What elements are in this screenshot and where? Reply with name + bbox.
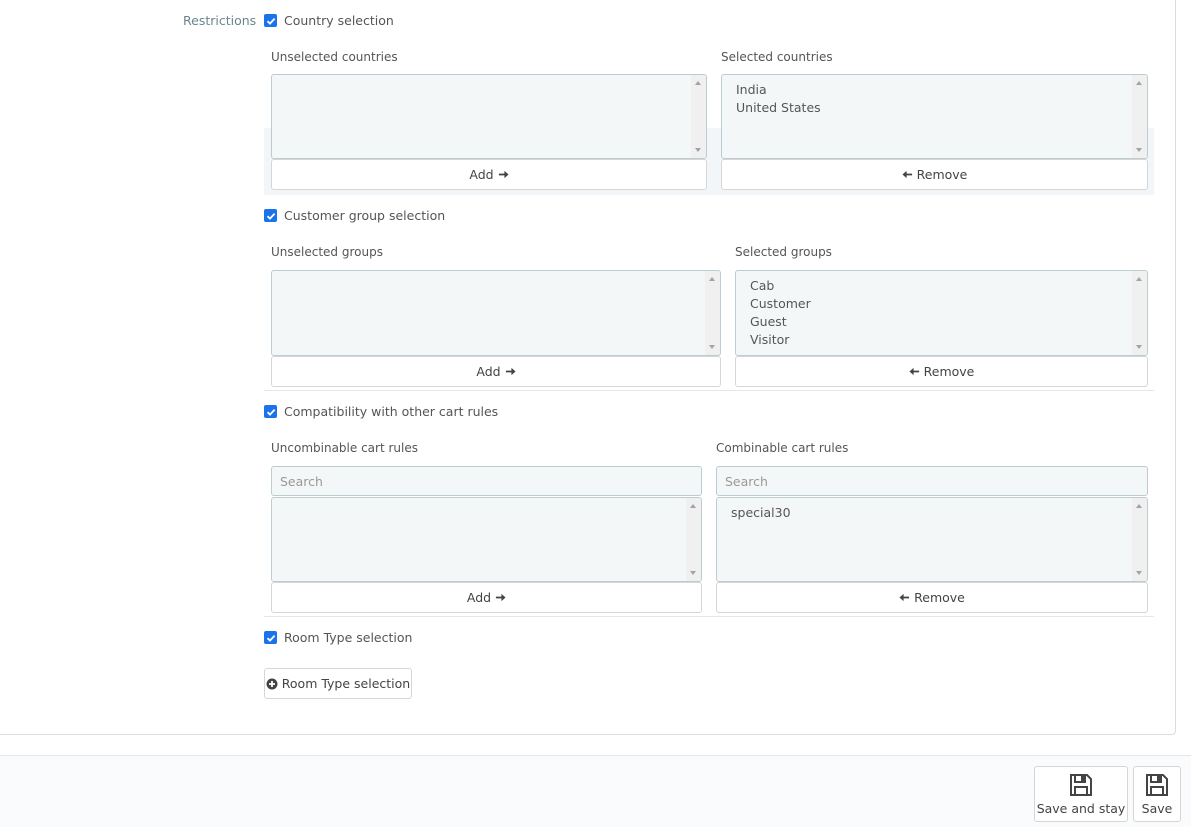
room-type-toggle[interactable]: Room Type selection <box>264 630 412 645</box>
scrollbar[interactable] <box>686 498 701 581</box>
scroll-down-icon[interactable] <box>1136 345 1142 349</box>
arrow-left-icon <box>899 593 910 602</box>
unselected-groups-list[interactable] <box>271 270 721 356</box>
unselected-groups-label: Unselected groups <box>271 245 383 259</box>
floppy-disk-icon <box>1146 774 1168 796</box>
room-type-selection-button[interactable]: Room Type selection <box>264 668 412 699</box>
unselected-groups-items <box>272 271 720 283</box>
uncombinable-list[interactable] <box>271 497 702 582</box>
combinable-label: Combinable cart rules <box>716 441 849 455</box>
section-divider <box>264 390 1154 391</box>
add-group-button[interactable]: Add <box>271 356 721 387</box>
restrictions-label: Restrictions <box>183 13 257 28</box>
plus-circle-icon <box>266 678 278 689</box>
scrollbar[interactable] <box>1132 271 1147 355</box>
scrollbar[interactable] <box>691 75 706 158</box>
scroll-down-icon[interactable] <box>690 571 696 575</box>
unselected-countries-items <box>272 75 706 87</box>
selected-groups-list[interactable]: Cab Customer Guest Visitor <box>735 270 1148 356</box>
combinable-list[interactable]: special30 <box>716 497 1148 582</box>
save-label: Save <box>1141 801 1173 816</box>
country-selection-toggle[interactable]: Country selection <box>264 13 394 28</box>
arrow-left-icon <box>909 367 919 376</box>
unselected-countries-list[interactable] <box>271 74 707 159</box>
country-selection-label: Country selection <box>284 13 394 28</box>
scroll-down-icon[interactable] <box>1136 571 1142 575</box>
remove-country-label: Remove <box>916 167 968 182</box>
room-type-label: Room Type selection <box>284 630 413 645</box>
selected-countries-items: India United States <box>722 75 1147 123</box>
scroll-up-icon[interactable] <box>1136 277 1142 281</box>
add-group-label: Add <box>476 364 501 379</box>
list-item[interactable]: India <box>736 81 1133 99</box>
scroll-up-icon[interactable] <box>695 81 701 85</box>
section-divider <box>264 616 1154 617</box>
scrollbar[interactable] <box>705 271 720 355</box>
room-type-button-label: Room Type selection <box>281 676 411 691</box>
remove-cart-rule-button[interactable]: Remove <box>716 582 1148 613</box>
scroll-down-icon[interactable] <box>709 345 715 349</box>
scroll-up-icon[interactable] <box>690 504 696 508</box>
check-icon <box>266 212 275 220</box>
uncombinable-items <box>272 498 701 510</box>
save-button[interactable]: Save <box>1133 766 1181 822</box>
uncombinable-label: Uncombinable cart rules <box>271 441 418 455</box>
list-item[interactable]: United States <box>736 99 1133 117</box>
combinable-search-input[interactable] <box>716 466 1148 496</box>
add-country-button[interactable]: Add <box>271 159 707 190</box>
add-cart-rule-button[interactable]: Add <box>271 582 702 613</box>
scroll-up-icon[interactable] <box>709 277 715 281</box>
scroll-up-icon[interactable] <box>1136 504 1142 508</box>
remove-country-button[interactable]: Remove <box>721 159 1148 190</box>
cart-rules-checkbox[interactable] <box>264 405 277 418</box>
cart-rules-label: Compatibility with other cart rules <box>284 404 499 419</box>
list-item[interactable]: Customer <box>750 295 1133 313</box>
list-item[interactable]: Cab <box>750 277 1133 295</box>
check-icon <box>266 408 275 416</box>
scroll-down-icon[interactable] <box>695 148 701 152</box>
remove-cart-rule-label: Remove <box>914 590 965 605</box>
check-icon <box>266 17 275 25</box>
arrow-left-icon <box>902 170 912 179</box>
add-cart-rule-label: Add <box>466 590 492 605</box>
form-footer <box>0 755 1191 827</box>
unselected-countries-label: Unselected countries <box>271 50 398 64</box>
customer-group-checkbox[interactable] <box>264 209 277 222</box>
arrow-right-icon <box>496 593 506 602</box>
combinable-items: special30 <box>717 498 1147 528</box>
scrollbar[interactable] <box>1132 498 1147 581</box>
add-country-label: Add <box>469 167 494 182</box>
cart-rules-toggle[interactable]: Compatibility with other cart rules <box>264 404 498 419</box>
save-and-stay-label: Save and stay <box>1036 801 1126 816</box>
selected-countries-label: Selected countries <box>721 50 833 64</box>
country-selection-checkbox[interactable] <box>264 14 277 27</box>
list-item[interactable]: Guest <box>750 313 1133 331</box>
customer-group-label: Customer group selection <box>284 208 446 223</box>
scroll-down-icon[interactable] <box>1136 148 1142 152</box>
save-and-stay-button[interactable]: Save and stay <box>1034 766 1128 822</box>
selected-countries-list[interactable]: India United States <box>721 74 1148 159</box>
remove-group-label: Remove <box>923 364 975 379</box>
selected-groups-items: Cab Customer Guest Visitor <box>736 271 1147 355</box>
arrow-right-icon <box>505 367 516 376</box>
room-type-checkbox[interactable] <box>264 631 277 644</box>
arrow-right-icon <box>498 170 509 179</box>
uncombinable-search-input[interactable] <box>271 466 702 496</box>
list-item[interactable]: Visitor <box>750 331 1133 349</box>
check-icon <box>266 634 275 642</box>
scrollbar[interactable] <box>1132 75 1147 158</box>
floppy-disk-icon <box>1070 774 1092 796</box>
scroll-up-icon[interactable] <box>1136 81 1142 85</box>
customer-group-toggle[interactable]: Customer group selection <box>264 208 445 223</box>
selected-groups-label: Selected groups <box>735 245 832 259</box>
list-item[interactable]: special30 <box>731 504 1133 522</box>
remove-group-button[interactable]: Remove <box>735 356 1148 387</box>
